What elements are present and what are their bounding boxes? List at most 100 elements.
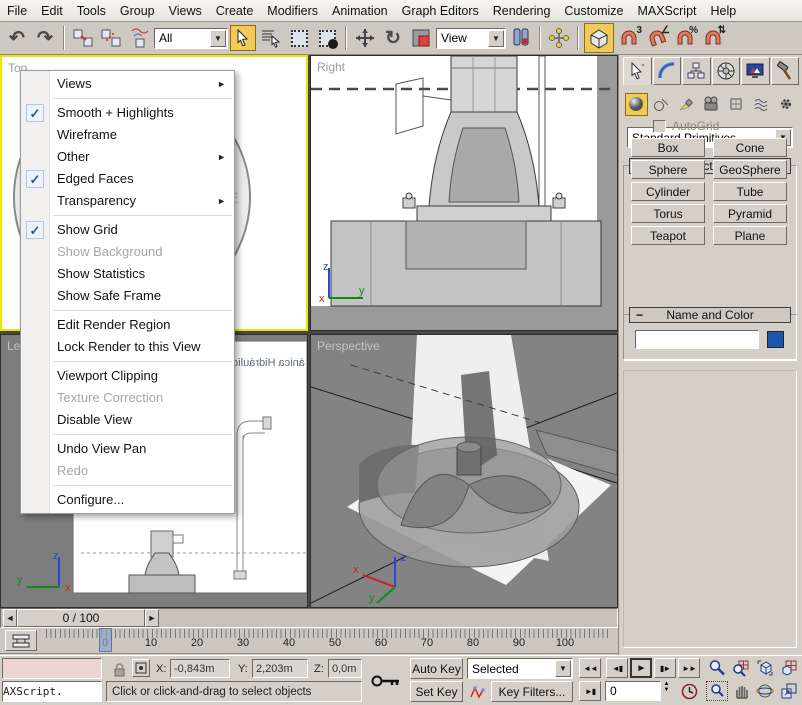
selection-lock-icon[interactable] <box>108 660 130 680</box>
dropdown-arrow-icon[interactable]: ▼ <box>555 660 571 677</box>
maximize-viewport-toggle-icon[interactable] <box>778 681 800 701</box>
frame-indicator[interactable]: 0 / 100 <box>17 609 145 627</box>
tab-display[interactable] <box>741 57 770 85</box>
move-icon[interactable] <box>352 25 378 51</box>
key-filters-button[interactable]: Key Filters... <box>491 681 573 702</box>
sphere-button[interactable]: Sphere <box>631 160 705 179</box>
ctx-show-statistics[interactable]: Show Statistics <box>21 263 234 285</box>
autogrid-checkbox[interactable] <box>653 120 666 133</box>
spinner-down-icon[interactable]: ▼ <box>661 687 672 693</box>
ctx-lock-render[interactable]: Lock Render to this View <box>21 336 234 358</box>
pyramid-button[interactable]: Pyramid <box>713 204 787 223</box>
absolute-mode-toggle[interactable] <box>132 659 150 677</box>
zoom-extents-icon[interactable] <box>754 658 776 678</box>
zoom-icon[interactable] <box>706 658 728 678</box>
selection-filter-dropdown[interactable]: All ▼ <box>154 28 228 49</box>
viewport-right[interactable]: Right <box>310 55 618 331</box>
bind-spacewarp-icon[interactable] <box>126 25 152 51</box>
time-slider-handle[interactable] <box>99 628 112 652</box>
dropdown-arrow-icon[interactable]: ▼ <box>488 30 504 47</box>
ctx-wireframe[interactable]: Wireframe <box>21 124 234 146</box>
viewport-perspective[interactable]: Perspective <box>310 334 618 608</box>
ctx-views[interactable]: Views► <box>21 73 234 95</box>
geometry-category-button[interactable] <box>625 93 648 116</box>
y-coordinate-field[interactable]: 2,203m <box>252 659 308 678</box>
arc-rotate-icon[interactable] <box>754 681 776 701</box>
ref-coord-dropdown[interactable]: View ▼ <box>436 28 506 49</box>
select-by-name-icon[interactable] <box>258 25 284 51</box>
ctx-edit-render-region[interactable]: Edit Render Region <box>21 314 234 336</box>
zoom-all-icon[interactable] <box>730 658 752 678</box>
maxscript-mini-listener[interactable] <box>2 658 102 679</box>
menu-file[interactable]: File <box>0 0 34 21</box>
menu-graph-editors[interactable]: Graph Editors <box>395 0 486 21</box>
cylinder-button[interactable]: Cylinder <box>631 182 705 201</box>
tab-modify[interactable] <box>653 57 682 85</box>
teapot-button[interactable]: Teapot <box>631 226 705 245</box>
torus-button[interactable]: Torus <box>631 204 705 223</box>
select-link-icon[interactable] <box>70 25 96 51</box>
plane-button[interactable]: Plane <box>713 226 787 245</box>
ctx-viewport-clipping[interactable]: Viewport Clipping <box>21 365 234 387</box>
key-mode-toggle-button[interactable]: ►▮ <box>579 681 601 701</box>
ctx-edged-faces[interactable]: ✓Edged Faces <box>21 168 234 190</box>
undo-icon[interactable]: ↶ <box>4 25 30 51</box>
snap-toggle-icon[interactable]: 3 <box>616 25 642 51</box>
goto-end-button[interactable]: ►► <box>678 658 700 678</box>
percent-snap-icon[interactable]: % <box>672 25 698 51</box>
goto-start-button[interactable]: ◄◄ <box>579 658 601 678</box>
time-configuration-button[interactable] <box>678 681 700 701</box>
menu-animation[interactable]: Animation <box>325 0 395 21</box>
menu-customize[interactable]: Customize <box>557 0 630 21</box>
frame-spinner[interactable]: ▲ ▼ <box>661 681 672 701</box>
selection-set-dropdown[interactable]: Selected ▼ <box>467 658 573 679</box>
ctx-disable-view[interactable]: Disable View <box>21 409 234 431</box>
default-in-out-tangent-icon[interactable] <box>467 682 489 702</box>
menu-edit[interactable]: Edit <box>34 0 70 21</box>
mini-curve-editor-button[interactable] <box>5 630 37 651</box>
angle-snap-icon[interactable]: ∠ <box>644 25 670 51</box>
rotate-icon[interactable]: ↻ <box>380 25 406 51</box>
tab-create[interactable] <box>623 57 652 85</box>
box-button[interactable]: Box <box>631 138 705 157</box>
crossing-selection-icon[interactable] <box>314 25 340 51</box>
track-bar[interactable]: 0102030405060708090100 <box>0 628 618 654</box>
set-key-mode-button[interactable] <box>366 659 406 702</box>
shapes-category-icon[interactable] <box>650 93 673 116</box>
tab-motion[interactable] <box>712 57 741 85</box>
menu-create[interactable]: Create <box>209 0 261 21</box>
name-color-rollout[interactable]: − Name and Color <box>629 307 791 323</box>
menu-group[interactable]: Group <box>113 0 162 21</box>
pivot-center-icon[interactable] <box>508 25 534 51</box>
redo-icon[interactable]: ↷ <box>32 25 58 51</box>
snaps-cube-button[interactable] <box>584 23 614 53</box>
menu-modifiers[interactable]: Modifiers <box>260 0 325 21</box>
ctx-configure[interactable]: Configure... <box>21 489 234 511</box>
cone-button[interactable]: Cone <box>713 138 787 157</box>
tab-hierarchy[interactable] <box>682 57 711 85</box>
tab-utilities[interactable] <box>771 57 800 85</box>
play-button[interactable]: ► <box>630 658 652 678</box>
ctx-undo-view-pan[interactable]: Undo View Pan <box>21 438 234 460</box>
z-coordinate-field[interactable]: 0,0m <box>328 659 362 678</box>
menu-rendering[interactable]: Rendering <box>486 0 558 21</box>
menu-tools[interactable]: Tools <box>70 0 113 21</box>
geosphere-button[interactable]: GeoSphere <box>713 160 787 179</box>
rect-selection-icon[interactable] <box>286 25 312 51</box>
current-frame-field[interactable]: 0 <box>605 681 661 701</box>
next-frame-arrow[interactable]: ► <box>145 609 159 627</box>
prev-frame-button[interactable]: ◄▮ <box>606 658 628 678</box>
zoom-extents-all-icon[interactable] <box>778 658 800 678</box>
object-name-field[interactable] <box>635 330 759 349</box>
select-manipulate-icon[interactable] <box>546 25 572 51</box>
helpers-category-icon[interactable] <box>724 93 747 116</box>
ctx-transparency[interactable]: Transparency► <box>21 190 234 212</box>
x-coordinate-field[interactable]: -0,843m <box>170 659 230 678</box>
ctx-show-safe-frame[interactable]: Show Safe Frame <box>21 285 234 307</box>
ctx-other[interactable]: Other► <box>21 146 234 168</box>
menu-views[interactable]: Views <box>162 0 209 21</box>
spacewarps-category-icon[interactable] <box>749 93 772 116</box>
auto-key-button[interactable]: Auto Key <box>410 658 463 679</box>
menu-maxscript[interactable]: MAXScript <box>630 0 703 21</box>
spinner-snap-icon[interactable]: ⇅ <box>700 25 726 51</box>
